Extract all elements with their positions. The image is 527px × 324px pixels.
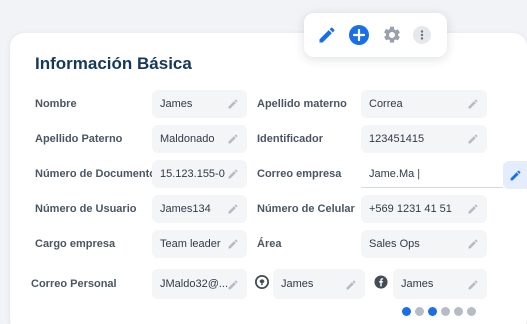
- github-icon[interactable]: [402, 307, 411, 316]
- label-cargo-empresa: Cargo empresa: [35, 238, 116, 250]
- label-apellido-materno: Apellido materno: [257, 98, 347, 110]
- facebook-field[interactable]: James: [393, 269, 487, 299]
- pencil-icon[interactable]: [467, 279, 479, 291]
- pencil-icon[interactable]: [227, 168, 239, 180]
- apellido-paterno-field[interactable]: Maldonado: [152, 125, 247, 153]
- chat-icon[interactable]: [454, 307, 463, 316]
- label-correo-personal: Correo Personal: [31, 278, 117, 290]
- pencil-icon[interactable]: [345, 279, 357, 291]
- pencil-icon[interactable]: [467, 238, 479, 250]
- plus-circle-icon: [349, 25, 369, 45]
- numero-documento-field[interactable]: 15.123.155-0: [152, 160, 247, 188]
- correo-personal-field[interactable]: JMaldo32@...: [152, 269, 247, 299]
- pencil-icon[interactable]: [227, 203, 239, 215]
- apellido-materno-field[interactable]: Correa: [361, 90, 487, 118]
- more-button[interactable]: [411, 24, 433, 46]
- settings-button[interactable]: [381, 24, 403, 46]
- dribbble-icon[interactable]: [415, 307, 424, 316]
- pencil-icon: [319, 27, 335, 43]
- cargo-empresa-field[interactable]: Team leader: [152, 230, 247, 258]
- label-identificador: Identificador: [257, 133, 324, 145]
- stage: Información Básica Nombre James Apellido…: [0, 0, 527, 324]
- facebook-icon: [374, 275, 388, 289]
- more-icon: [413, 26, 431, 44]
- label-numero-usuario: Número de Usuario: [35, 203, 137, 215]
- gear-icon: [384, 26, 400, 43]
- floating-toolbar: [304, 13, 447, 57]
- label-area: Área: [257, 238, 282, 250]
- social-links-row: [402, 307, 476, 316]
- github-field[interactable]: James: [273, 269, 365, 299]
- github-icon: [255, 275, 269, 289]
- correo-empresa-edit-button[interactable]: [503, 161, 527, 189]
- label-apellido-paterno: Apellido Paterno: [35, 133, 123, 145]
- section-title: Información Básica: [35, 54, 192, 73]
- nombre-field[interactable]: James: [152, 90, 247, 118]
- add-button[interactable]: [348, 24, 370, 46]
- numero-celular-field[interactable]: +569 1231 41 51: [361, 195, 487, 223]
- area-field[interactable]: Sales Ops: [361, 230, 487, 258]
- pencil-icon[interactable]: [467, 98, 479, 110]
- pencil-icon[interactable]: [227, 133, 239, 145]
- edit-button[interactable]: [316, 24, 338, 46]
- pencil-icon: [510, 170, 520, 180]
- correo-empresa-input[interactable]: Jame.Ma: [361, 160, 503, 188]
- label-numero-celular: Número de Celular: [257, 203, 355, 215]
- pencil-icon[interactable]: [227, 98, 239, 110]
- label-nombre: Nombre: [35, 98, 77, 110]
- pencil-icon[interactable]: [227, 238, 239, 250]
- identificador-field[interactable]: 123451415: [361, 125, 487, 153]
- pencil-icon[interactable]: [467, 203, 479, 215]
- facebook-icon[interactable]: [428, 307, 437, 316]
- label-numero-documento: Número de Documento: [35, 168, 157, 180]
- numero-usuario-field[interactable]: James134: [152, 195, 247, 223]
- instagram-icon[interactable]: [467, 307, 476, 316]
- pencil-icon[interactable]: [467, 133, 479, 145]
- pencil-icon[interactable]: [227, 279, 239, 291]
- correo-empresa-value: Jame.Ma: [369, 168, 503, 180]
- linkedin-icon[interactable]: [441, 307, 450, 316]
- label-correo-empresa: Correo empresa: [257, 168, 342, 180]
